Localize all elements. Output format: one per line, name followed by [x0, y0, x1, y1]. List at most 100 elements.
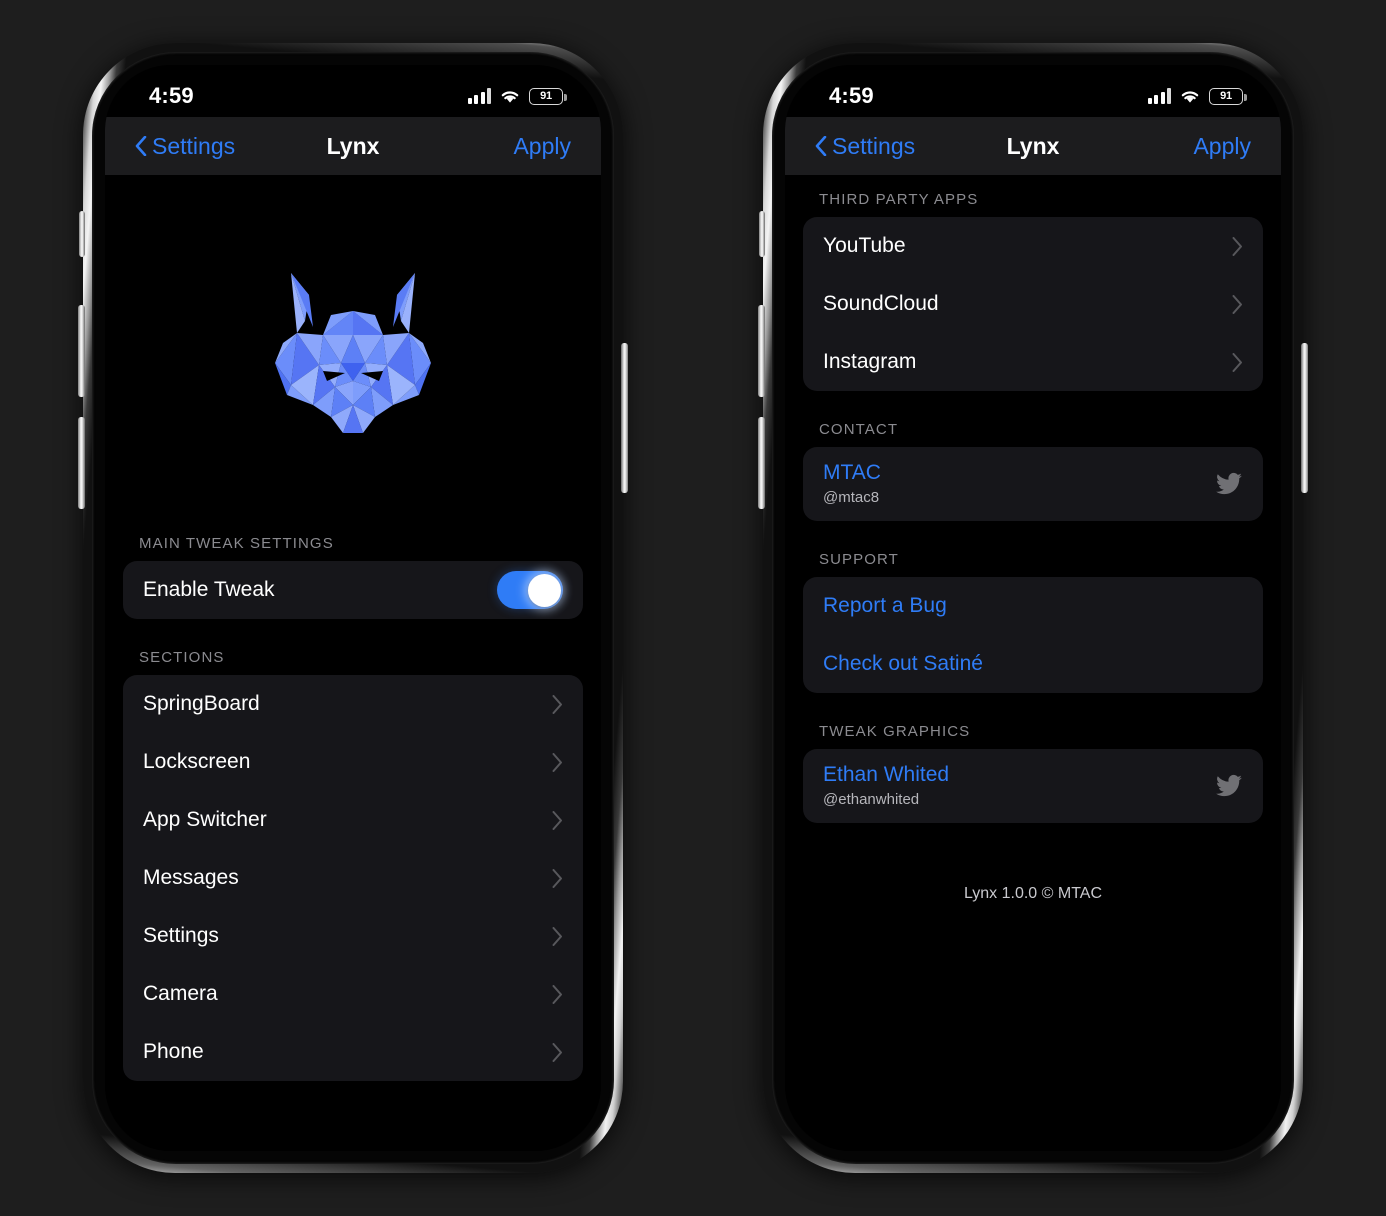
power-button[interactable] [621, 343, 628, 493]
section-contact: CONTACT MTAC @mtac8 [803, 421, 1263, 521]
section-header: SUPPORT [819, 551, 899, 568]
twitter-bird-icon [1216, 472, 1242, 495]
account-name: MTAC [823, 461, 881, 485]
section-header: SECTIONS [139, 649, 225, 666]
volume-up-button[interactable] [758, 305, 765, 397]
section-main-tweak-settings: MAIN TWEAK SETTINGS Enable Tweak [123, 535, 583, 619]
section-header: CONTACT [819, 421, 899, 438]
row-label: YouTube [823, 234, 906, 257]
row-label: Report a Bug [823, 594, 947, 617]
row-app-switcher[interactable]: App Switcher [123, 791, 583, 849]
wifi-icon [501, 91, 519, 103]
row-label: Instagram [823, 350, 917, 373]
apply-button[interactable]: Apply [513, 133, 571, 160]
status-bar-clock: 4:59 [829, 83, 874, 108]
chevron-right-icon [1232, 352, 1242, 372]
phone-screen-left: 4:59 91 Settings Lynx Apply MAIN TWEAK S… [105, 65, 601, 1151]
row-label: App Switcher [143, 808, 267, 831]
phone-comparison-stage: 4:59 91 Settings Lynx Apply MAIN TWEAK S… [0, 0, 1386, 1216]
row-settings[interactable]: Settings [123, 907, 583, 965]
toggle-knob [527, 573, 561, 607]
row-contact-mtac[interactable]: MTAC @mtac8 [803, 447, 1263, 521]
status-bar: 4:59 91 [105, 65, 601, 117]
apply-button[interactable]: Apply [1193, 133, 1251, 160]
section-header: MAIN TWEAK SETTINGS [139, 535, 334, 552]
version-footer: Lynx 1.0.0 © MTAC [963, 885, 1103, 902]
settings-card: Report a Bug Check out Satiné [803, 577, 1263, 693]
volume-down-button[interactable] [78, 417, 85, 509]
section-third-party-apps: THIRD PARTY APPS YouTube SoundCloud Inst… [803, 191, 1263, 391]
twitter-bird-icon [1216, 774, 1242, 797]
section-sections: SECTIONS SpringBoard Lockscreen App Swit… [123, 649, 583, 1081]
back-to-settings-button[interactable]: Settings [135, 133, 235, 160]
chevron-right-icon [552, 984, 562, 1004]
enable-tweak-toggle[interactable] [497, 571, 563, 609]
volume-down-button[interactable] [758, 417, 765, 509]
row-check-out-satine[interactable]: Check out Satiné [803, 635, 1263, 693]
phone-screen-right: 4:59 91 Settings Lynx Apply THIRD PARTY … [785, 65, 1281, 1151]
section-header: THIRD PARTY APPS [819, 191, 979, 208]
mute-switch-button[interactable] [79, 211, 85, 257]
chevron-right-icon [552, 694, 562, 714]
chevron-right-icon [1232, 294, 1242, 314]
power-button[interactable] [1301, 343, 1308, 493]
settings-card: SpringBoard Lockscreen App Switcher Mess… [123, 675, 583, 1081]
row-phone[interactable]: Phone [123, 1023, 583, 1081]
row-youtube[interactable]: YouTube [803, 217, 1263, 275]
status-bar-indicators: 91 [467, 87, 567, 105]
battery-icon: 91 [529, 87, 567, 105]
status-bar-clock: 4:59 [149, 83, 194, 108]
wifi-icon [1181, 91, 1199, 103]
battery-icon: 91 [1209, 87, 1247, 105]
row-graphics-ethan-whited[interactable]: Ethan Whited @ethanwhited [803, 749, 1263, 823]
row-soundcloud[interactable]: SoundCloud [803, 275, 1263, 333]
back-to-settings-button[interactable]: Settings [815, 133, 915, 160]
navigation-bar: Settings Lynx Apply [105, 117, 601, 175]
account-handle: @ethanwhited [823, 790, 920, 808]
lynx-logo-icon [275, 273, 431, 433]
chevron-left-icon [135, 136, 147, 156]
settings-card: Ethan Whited @ethanwhited [803, 749, 1263, 823]
row-lockscreen[interactable]: Lockscreen [123, 733, 583, 791]
row-label: SpringBoard [143, 692, 260, 715]
content-top-spacer [803, 175, 1263, 191]
chevron-right-icon [552, 752, 562, 772]
chevron-right-icon [552, 810, 562, 830]
cellular-signal-icon [467, 88, 491, 104]
row-camera[interactable]: Camera [123, 965, 583, 1023]
row-label: Camera [143, 982, 218, 1005]
chevron-right-icon [552, 1042, 562, 1062]
cellular-signal-icon [1147, 88, 1171, 104]
section-tweak-graphics: TWEAK GRAPHICS Ethan Whited @ethanwhited [803, 723, 1263, 823]
settings-content-right: THIRD PARTY APPS YouTube SoundCloud Inst… [785, 175, 1281, 1151]
mute-switch-button[interactable] [759, 211, 765, 257]
settings-card: MTAC @mtac8 [803, 447, 1263, 521]
account-text: Ethan Whited @ethanwhited [823, 762, 1215, 810]
navigation-bar: Settings Lynx Apply [785, 117, 1281, 175]
row-instagram[interactable]: Instagram [803, 333, 1263, 391]
battery-level-label: 91 [540, 90, 552, 102]
row-report-a-bug[interactable]: Report a Bug [803, 577, 1263, 635]
chevron-right-icon [552, 868, 562, 888]
section-support: SUPPORT Report a Bug Check out Satiné [803, 551, 1263, 693]
battery-level-label: 91 [1220, 90, 1232, 102]
row-messages[interactable]: Messages [123, 849, 583, 907]
back-button-label: Settings [832, 132, 916, 159]
row-label: Messages [143, 866, 239, 889]
settings-card: YouTube SoundCloud Instagram [803, 217, 1263, 391]
phone-right: 4:59 91 Settings Lynx Apply THIRD PARTY … [758, 43, 1308, 1173]
row-enable-tweak[interactable]: Enable Tweak [123, 561, 583, 619]
back-button-label: Settings [152, 132, 236, 159]
volume-up-button[interactable] [78, 305, 85, 397]
row-label: Lockscreen [143, 750, 251, 773]
account-handle: @mtac8 [823, 488, 880, 506]
settings-content-left: MAIN TWEAK SETTINGS Enable Tweak SECTION… [105, 175, 601, 1151]
row-springboard[interactable]: SpringBoard [123, 675, 583, 733]
phone-left: 4:59 91 Settings Lynx Apply MAIN TWEAK S… [78, 43, 628, 1173]
row-label: Enable Tweak [143, 578, 275, 601]
section-header: TWEAK GRAPHICS [819, 723, 971, 740]
